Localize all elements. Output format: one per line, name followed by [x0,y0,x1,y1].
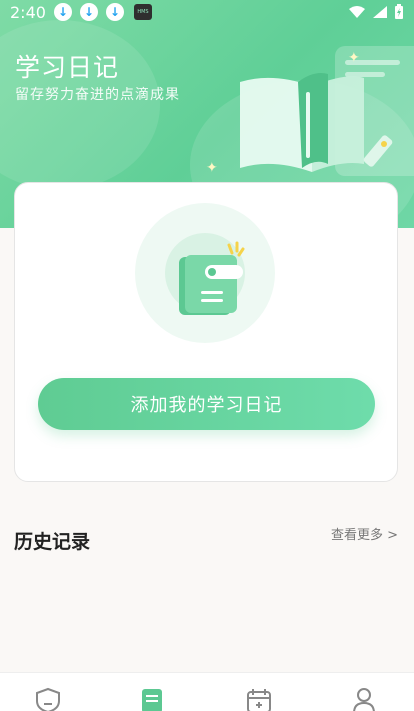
decor-blob [0,20,160,190]
sparkle-icon: ✦ [348,50,360,66]
download-icon: ↓ [105,3,124,21]
add-diary-button[interactable]: 添加我的学习日记 [38,378,375,430]
history-title: 历史记录 [14,531,91,553]
download-icon: ↓ [53,3,72,21]
view-more-link[interactable]: 查看更多 > [331,524,398,543]
diary-book-icon [179,241,245,315]
sparkle-icon: ✦ [206,160,218,176]
tab-home[interactable] [35,687,61,711]
hms-label: HMS [137,9,149,15]
page-title: 学习日记 [15,53,120,82]
diary-illustration [135,203,275,343]
shield-icon [36,687,60,711]
battery-charging-icon [395,4,403,19]
status-right-group [348,4,404,20]
tab-diary[interactable] [141,687,163,711]
calendar-add-icon [247,691,271,711]
status-time: 2:40 [10,2,46,22]
hms-app-icon: HMS [133,4,152,20]
open-book-illustration [240,73,393,172]
page-subtitle: 留存努力奋进的点滴成果 [15,87,180,103]
tab-calendar[interactable] [246,687,272,711]
wifi-icon [349,6,365,18]
user-icon [357,688,371,702]
bottom-tab-bar [0,672,414,711]
download-icon: ↓ [79,3,98,21]
tab-profile[interactable] [353,687,375,711]
signal-icon [373,6,387,18]
add-diary-card: 添加我的学习日记 [14,182,398,482]
status-bar: 2:40 ↓ ↓ ↓ HMS [0,0,414,24]
